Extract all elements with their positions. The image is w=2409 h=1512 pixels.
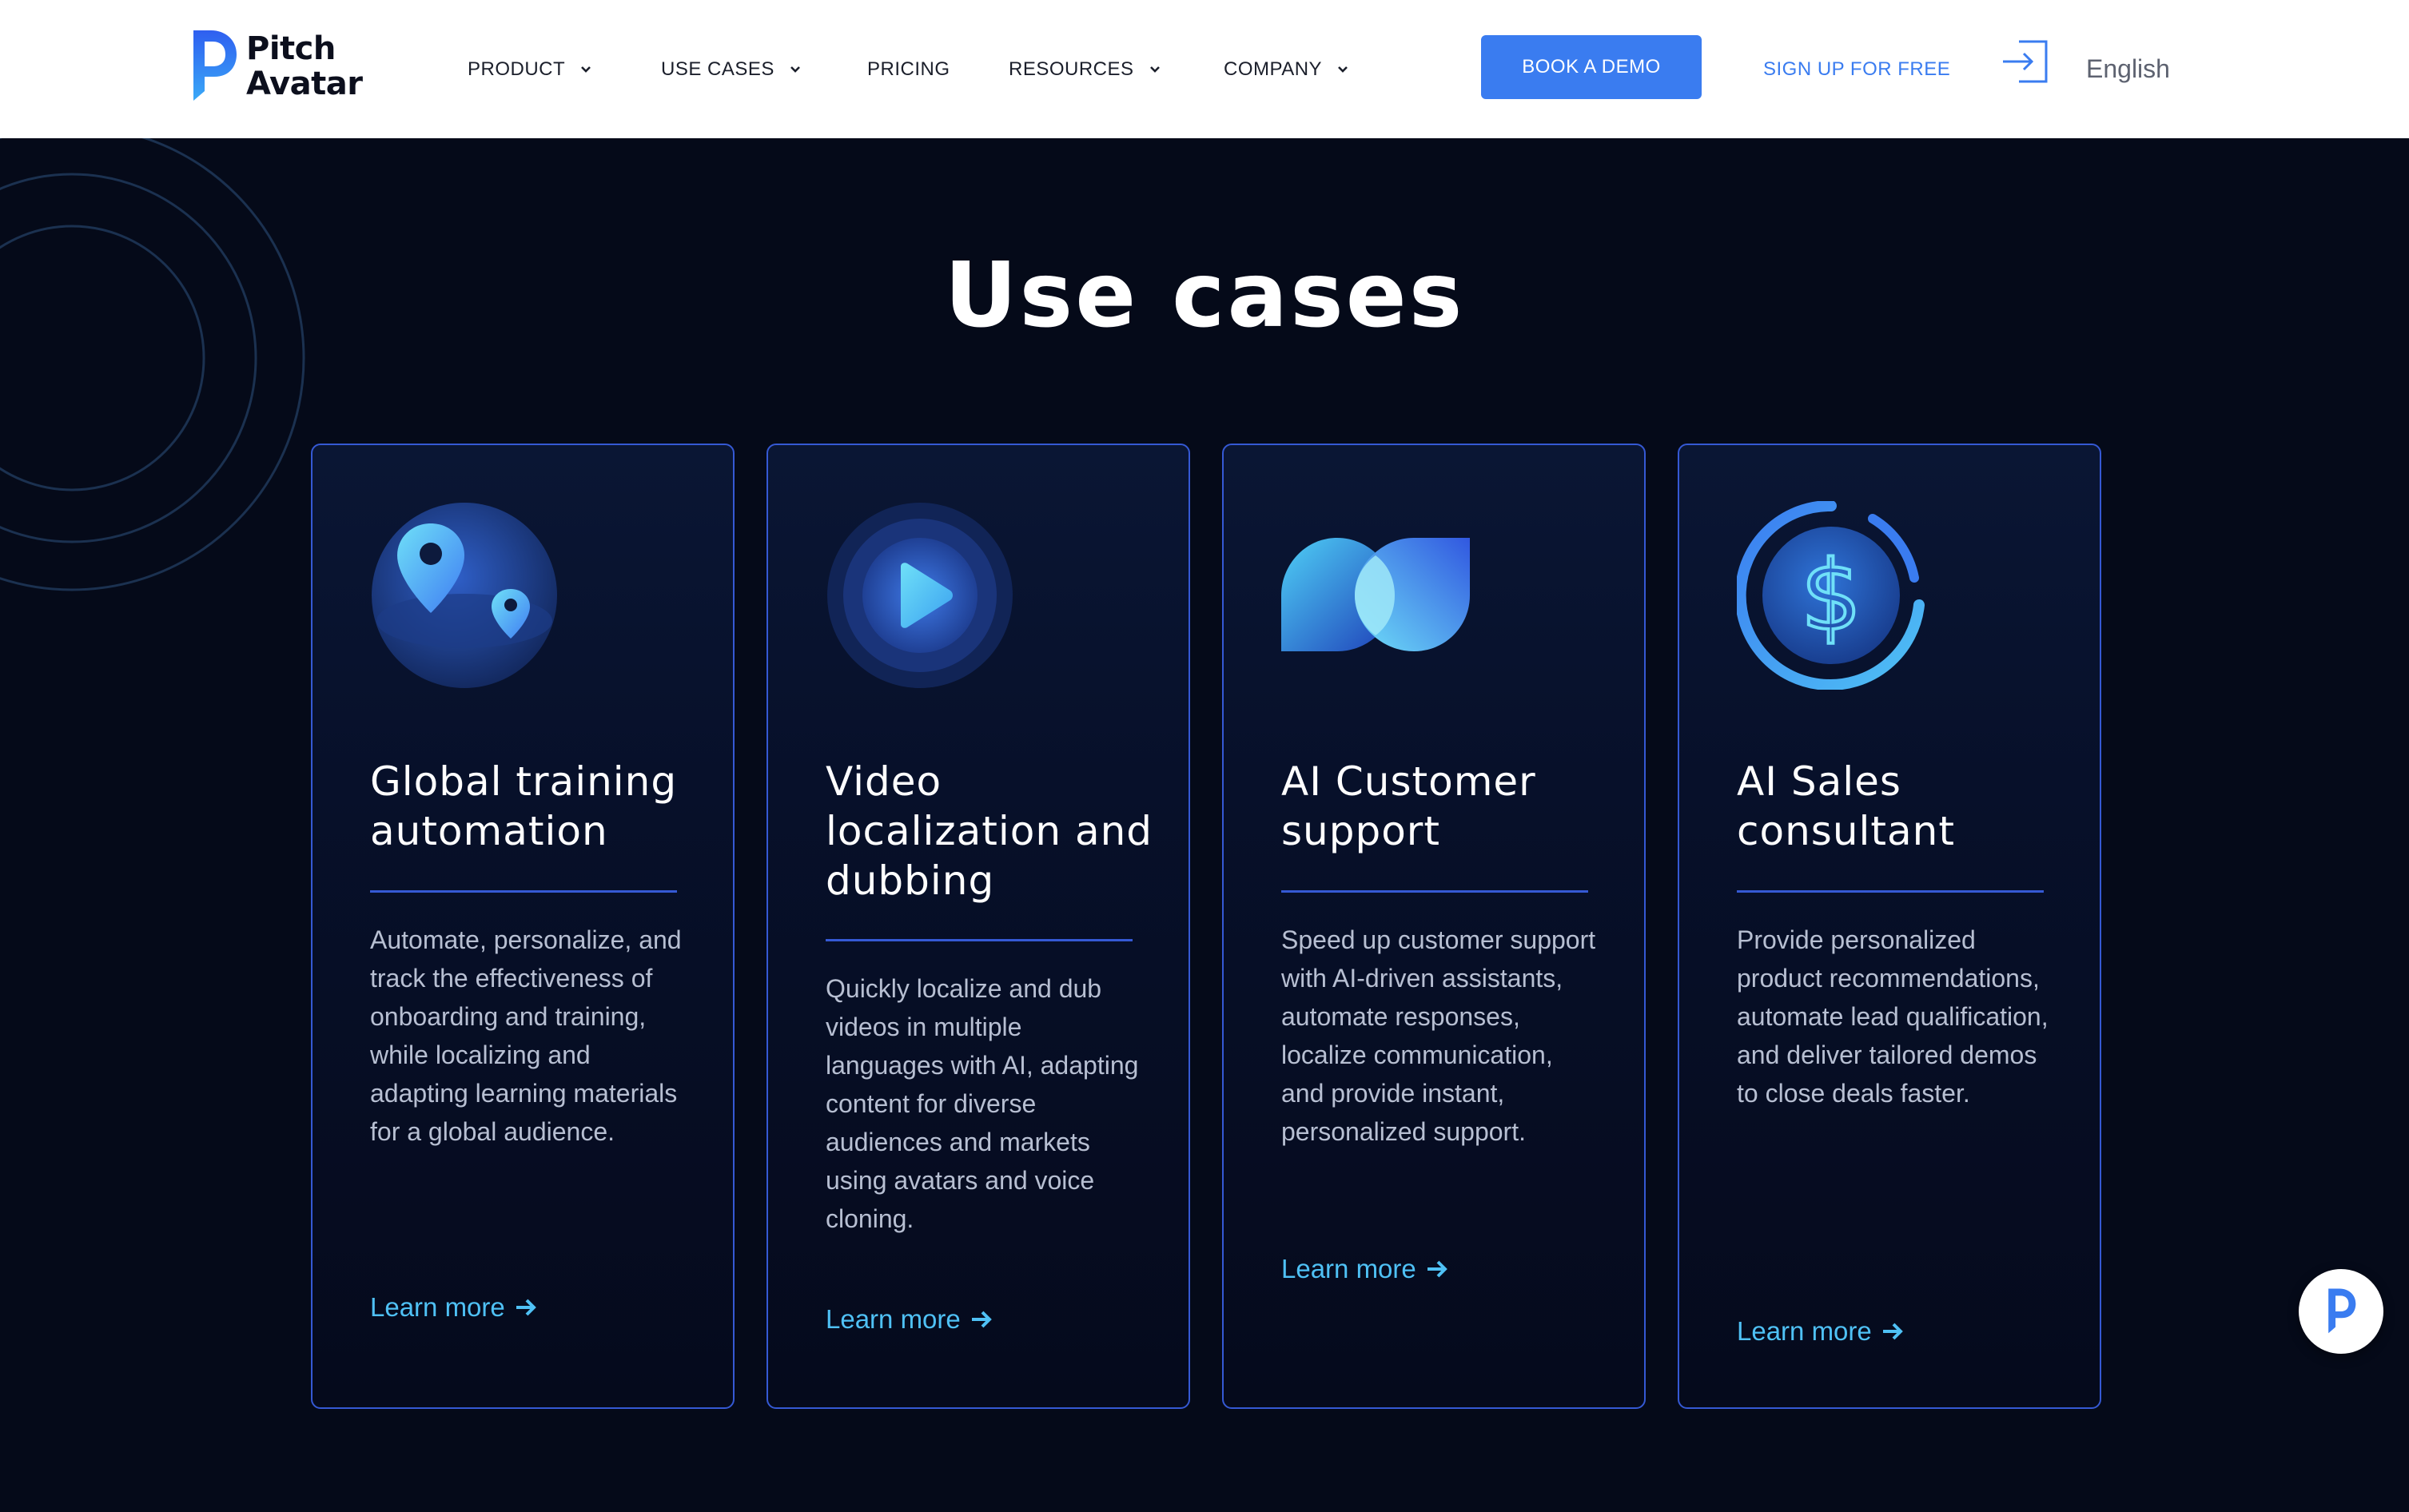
divider — [1737, 890, 2044, 893]
chevron-down-icon — [1338, 66, 1348, 73]
section-title: Use cases — [944, 244, 1465, 348]
nav-product-label: PRODUCT — [468, 58, 566, 80]
use-case-card-sales-consultant: $ AI Sales consultant Provide personaliz… — [1678, 444, 2101, 1409]
divider — [826, 939, 1133, 941]
card-title: AI Sales consultant — [1737, 758, 1955, 854]
arrow-right-icon — [516, 1299, 536, 1316]
nav-resources-label: RESOURCES — [1009, 58, 1134, 80]
card-title: Video localization and dubbing — [826, 758, 1153, 904]
card-description: Provide personalized product recommendat… — [1737, 925, 2049, 1108]
learn-more-label: Learn more — [1737, 1316, 1872, 1346]
dollar-coin-icon: $ — [1737, 501, 1925, 690]
chevron-down-icon — [1149, 66, 1160, 73]
svg-text:$: $ — [1801, 541, 1862, 652]
nav-product[interactable]: PRODUCT — [468, 0, 592, 138]
nav-pricing-label: PRICING — [867, 58, 950, 80]
divider — [1281, 890, 1588, 893]
pitch-avatar-logo-icon — [193, 30, 237, 101]
learn-more-link[interactable]: Learn more — [370, 1292, 539, 1323]
divider — [370, 890, 677, 893]
nav-use-cases[interactable]: USE CASES — [661, 0, 802, 138]
learn-more-label: Learn more — [826, 1304, 961, 1334]
site-header: Pitch Avatar PRODUCT USE CASES PRICING R… — [0, 0, 2409, 138]
nav-use-cases-label: USE CASES — [661, 58, 774, 80]
use-case-card-global-training: Global training automation Automate, per… — [311, 444, 735, 1409]
use-case-card-video-localization: Video localization and dubbing Quickly l… — [766, 444, 1190, 1409]
nav-resources[interactable]: RESOURCES — [1009, 0, 1161, 138]
chevron-down-icon — [790, 66, 800, 73]
chat-widget-button[interactable] — [2299, 1269, 2383, 1354]
arrow-right-icon — [1882, 1323, 1903, 1340]
pitch-avatar-chat-icon — [2328, 1288, 2356, 1334]
speech-bubbles-icon — [1281, 538, 1470, 651]
card-description: Automate, personalize, and track the eff… — [370, 925, 682, 1146]
card-description: Quickly localize and dub videos in multi… — [826, 974, 1139, 1233]
card-title: AI Customer support — [1281, 758, 1536, 854]
pitch-avatar-logo[interactable]: Pitch Avatar — [187, 27, 363, 105]
learn-more-label: Learn more — [1281, 1254, 1416, 1283]
learn-more-link[interactable]: Learn more — [1737, 1316, 1905, 1347]
decorative-rings — [0, 138, 305, 591]
logo-text-line1: Pitch — [246, 30, 336, 67]
learn-more-link[interactable]: Learn more — [1281, 1254, 1450, 1284]
video-play-icon — [827, 503, 1013, 688]
logo-text-line2: Avatar — [246, 66, 363, 102]
card-title: Global training automation — [370, 758, 678, 854]
nav-company-label: COMPANY — [1224, 58, 1323, 80]
arrow-right-icon — [971, 1311, 992, 1328]
use-case-card-customer-support: AI Customer support Speed up customer su… — [1222, 444, 1646, 1409]
sign-up-link[interactable]: SIGN UP FOR FREE — [1763, 0, 1950, 138]
nav-pricing[interactable]: PRICING — [867, 0, 950, 138]
chevron-down-icon — [581, 66, 591, 73]
map-pin-globe-icon — [372, 503, 557, 688]
learn-more-label: Learn more — [370, 1292, 505, 1322]
arrow-right-icon — [1427, 1260, 1447, 1278]
nav-company[interactable]: COMPANY — [1224, 0, 1349, 138]
language-selector[interactable]: English — [2086, 0, 2170, 138]
login-icon[interactable] — [2000, 35, 2053, 88]
book-demo-button[interactable]: BOOK A DEMO — [1481, 35, 1702, 99]
card-description: Speed up customer support with AI-driven… — [1281, 925, 1596, 1146]
learn-more-link[interactable]: Learn more — [826, 1304, 994, 1335]
